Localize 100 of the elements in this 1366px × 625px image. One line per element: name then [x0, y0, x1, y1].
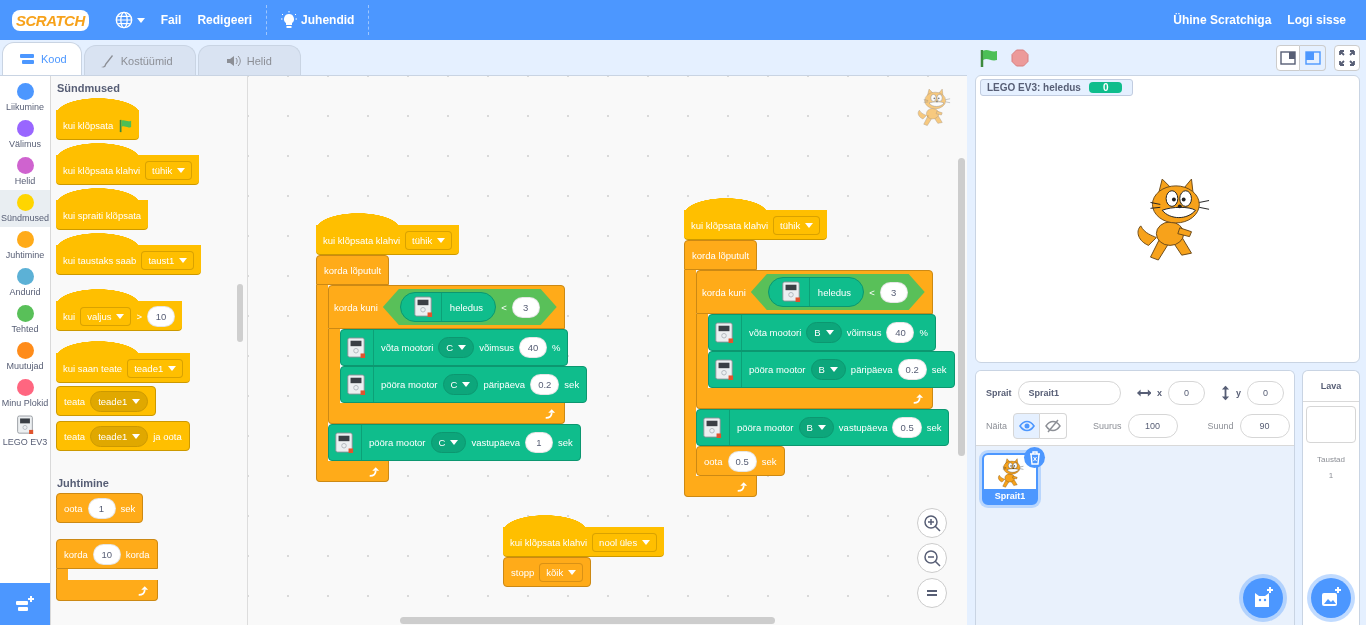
number-input[interactable]: 3	[511, 296, 540, 318]
category-item[interactable]: Minu Plokid	[0, 375, 50, 412]
block-label: vastupäeva	[471, 437, 520, 448]
block-label: kui klõpsata	[63, 120, 114, 131]
block-label: sek	[761, 455, 777, 467]
number-input[interactable]: 0.2	[530, 374, 560, 395]
number-input[interactable]: 0.5	[892, 417, 922, 438]
dropdown-menu[interactable]: C	[442, 374, 479, 395]
block-label: korda	[125, 548, 150, 560]
block-label: võimsus	[479, 342, 514, 353]
number-input[interactable]: 40	[886, 322, 915, 343]
block-label: korda kuni	[334, 301, 378, 313]
category-item[interactable]: Sündmused	[0, 190, 50, 227]
dropdown-menu[interactable]: B	[798, 417, 834, 438]
block-label: ja oota	[153, 430, 182, 442]
field-label: Suund	[1207, 421, 1234, 431]
category-item[interactable]: Juhtimine	[0, 227, 50, 264]
number-input[interactable]: 10	[147, 306, 175, 327]
block-label: teata	[64, 395, 86, 407]
block-label: <	[869, 286, 875, 298]
size-field[interactable]: 100	[1127, 414, 1178, 438]
number-input[interactable]: 40	[519, 337, 547, 358]
monitor-label: LEGO EV3: heledus	[987, 82, 1081, 93]
category-label: Välimus	[9, 139, 41, 149]
block-label: võimsus	[846, 327, 882, 338]
backdrops-count: 1	[1328, 471, 1334, 480]
block-label: kui spraiti klõpsata	[63, 210, 142, 221]
number-input[interactable]: 1	[525, 432, 553, 453]
field-label: Sprait	[986, 388, 1012, 398]
block-label: sek	[931, 364, 947, 375]
category-label: Muutujad	[6, 361, 44, 371]
x-field[interactable]: 0	[1167, 381, 1205, 405]
category-item[interactable]: Andurid	[0, 264, 50, 301]
block-label: pööra mootor	[737, 422, 794, 433]
block-label: kui klõpsata klahvi	[691, 220, 769, 231]
dropdown-menu[interactable]: B	[806, 322, 842, 343]
block-label: pööra mootor	[749, 364, 806, 375]
number-input[interactable]: 1	[87, 497, 116, 519]
sprite-name: Sprait1	[984, 489, 1036, 503]
category-item[interactable]: Välimus	[0, 116, 50, 153]
dropdown-menu[interactable]: C	[430, 432, 467, 453]
block-label: kui klõpsata klahvi	[63, 165, 141, 176]
block-label: kui	[63, 311, 76, 322]
block-label: heledus	[449, 301, 484, 313]
block-label: sek	[926, 422, 942, 433]
category-label: LEGO EV3	[2, 436, 48, 447]
tab[interactable]: Kood	[2, 42, 82, 75]
dropdown-menu[interactable]: B	[810, 359, 846, 380]
block-label: >	[136, 311, 142, 322]
monitor-value: 0	[1088, 82, 1123, 93]
category-label: Juhtimine	[5, 250, 45, 260]
field-label: Suurus	[1093, 421, 1122, 431]
block-label: sek	[558, 437, 573, 448]
category-label: Liikumine	[6, 102, 44, 112]
backdrops-label: Taustad	[1317, 455, 1345, 464]
block-label: sek	[120, 502, 136, 514]
block-label: päripäeva	[483, 379, 526, 390]
block-label: kui taustaks saab	[63, 255, 137, 266]
block-label: korda kuni	[702, 286, 746, 298]
category-label: Andurid	[9, 287, 41, 297]
block-label: võta mootori	[381, 342, 434, 353]
field-label: y	[1236, 388, 1241, 398]
number-input[interactable]: 0.2	[897, 359, 927, 380]
panel-title: Lava	[1303, 371, 1359, 402]
category-label: Minu Plokid	[1, 398, 49, 408]
y-field[interactable]: 0	[1247, 381, 1284, 405]
category-item[interactable]: Muutujad	[0, 338, 50, 375]
section-heading: Juhtimine	[57, 477, 110, 489]
block-label: päripäeva	[850, 364, 893, 375]
number-input[interactable]: 0.5	[727, 450, 757, 472]
block-label: <	[501, 301, 507, 313]
block-label: teata	[64, 430, 86, 442]
block-label: võta mootori	[749, 327, 802, 338]
block-label: korda	[64, 548, 88, 560]
category-label: Sündmused	[0, 213, 49, 223]
dropdown-menu[interactable]: C	[438, 337, 475, 358]
block-label: vastupäeva	[838, 422, 888, 433]
category-item[interactable]: Helid	[0, 153, 50, 190]
block-label: korda lõputult	[324, 264, 382, 276]
category-label: Tehted	[11, 324, 39, 334]
number-input[interactable]: 3	[879, 281, 908, 303]
block-label: oota	[64, 502, 83, 514]
block-label: heledus	[817, 286, 852, 298]
sprite-name-field[interactable]: Sprait1	[1017, 381, 1121, 405]
field-label: Näita	[986, 421, 1007, 431]
block-label: pööra mootor	[381, 379, 438, 390]
block-label: %	[919, 327, 928, 338]
block-label: korda lõputult	[692, 249, 750, 261]
number-input[interactable]: 10	[92, 543, 121, 565]
category-item[interactable]: LEGO EV3	[0, 412, 50, 449]
block-label: stopp	[511, 566, 535, 578]
category-label: Helid	[14, 176, 36, 186]
field-label: x	[1156, 388, 1162, 398]
section-heading: Sündmused	[57, 82, 121, 94]
category-item[interactable]: Liikumine	[0, 79, 50, 116]
direction-field[interactable]: 90	[1239, 414, 1290, 438]
block-label: kui saan teate	[63, 363, 123, 374]
block-label: kui klõpsata klahvi	[510, 537, 588, 548]
block-label: oota	[704, 455, 723, 467]
category-item[interactable]: Tehted	[0, 301, 50, 338]
